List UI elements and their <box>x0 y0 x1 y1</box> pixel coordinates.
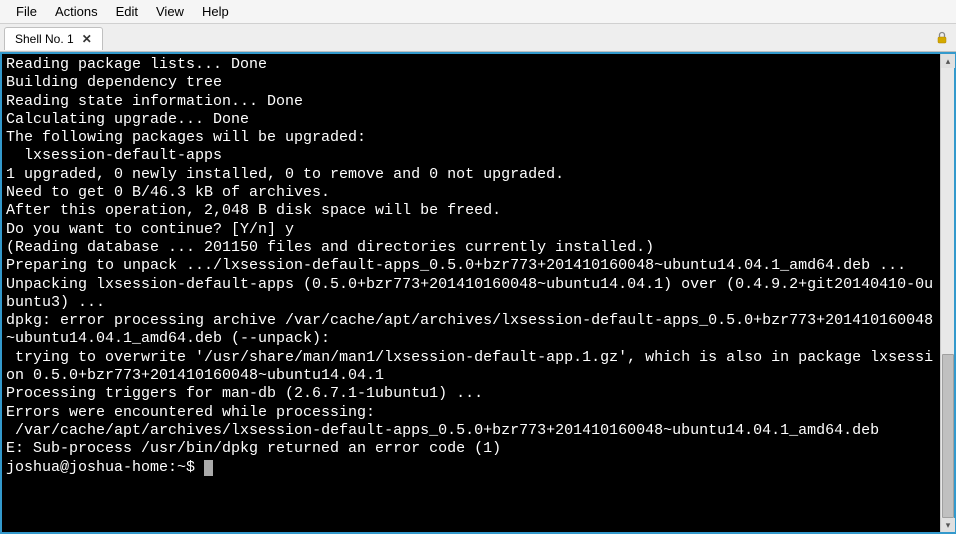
terminal-line: (Reading database ... 201150 files and d… <box>6 239 936 257</box>
terminal-line: The following packages will be upgraded: <box>6 129 936 147</box>
scrollbar[interactable]: ▴ ▾ <box>940 54 954 532</box>
terminal-line: Preparing to unpack .../lxsession-defaul… <box>6 257 936 275</box>
cursor-icon <box>204 460 213 476</box>
terminal-line: After this operation, 2,048 B disk space… <box>6 202 936 220</box>
menu-edit[interactable]: Edit <box>108 2 146 21</box>
terminal-line: Do you want to continue? [Y/n] y <box>6 221 936 239</box>
scroll-thumb[interactable] <box>942 354 954 518</box>
tab-shell-1[interactable]: Shell No. 1 ✕ <box>4 27 103 50</box>
terminal-line: E: Sub-process /usr/bin/dpkg returned an… <box>6 440 936 458</box>
scroll-down-button[interactable]: ▾ <box>941 518 955 532</box>
terminal-line: lxsession-default-apps <box>6 147 936 165</box>
tab-label: Shell No. 1 <box>15 32 74 46</box>
scroll-up-button[interactable]: ▴ <box>941 54 955 68</box>
terminal[interactable]: Reading package lists... DoneBuilding de… <box>2 54 940 532</box>
terminal-line: trying to overwrite '/usr/share/man/man1… <box>6 349 936 386</box>
close-icon[interactable]: ✕ <box>82 32 92 46</box>
terminal-line: dpkg: error processing archive /var/cach… <box>6 312 936 349</box>
lock-icon[interactable] <box>934 30 950 46</box>
terminal-wrap: Reading package lists... DoneBuilding de… <box>0 52 956 534</box>
terminal-line: /var/cache/apt/archives/lxsession-defaul… <box>6 422 936 440</box>
menubar: File Actions Edit View Help <box>0 0 956 24</box>
terminal-line: Reading package lists... Done <box>6 56 936 74</box>
terminal-line: Unpacking lxsession-default-apps (0.5.0+… <box>6 276 936 313</box>
terminal-prompt: joshua@joshua-home:~$ <box>6 459 204 476</box>
terminal-line: Calculating upgrade... Done <box>6 111 936 129</box>
terminal-line: Errors were encountered while processing… <box>6 404 936 422</box>
terminal-line: Processing triggers for man-db (2.6.7.1-… <box>6 385 936 403</box>
terminal-line: 1 upgraded, 0 newly installed, 0 to remo… <box>6 166 936 184</box>
terminal-line: Need to get 0 B/46.3 kB of archives. <box>6 184 936 202</box>
menu-help[interactable]: Help <box>194 2 237 21</box>
terminal-prompt-line: joshua@joshua-home:~$ <box>6 459 936 477</box>
menu-actions[interactable]: Actions <box>47 2 106 21</box>
terminal-line: Reading state information... Done <box>6 93 936 111</box>
terminal-line: Building dependency tree <box>6 74 936 92</box>
menu-view[interactable]: View <box>148 2 192 21</box>
menu-file[interactable]: File <box>8 2 45 21</box>
tabbar: Shell No. 1 ✕ <box>0 24 956 52</box>
